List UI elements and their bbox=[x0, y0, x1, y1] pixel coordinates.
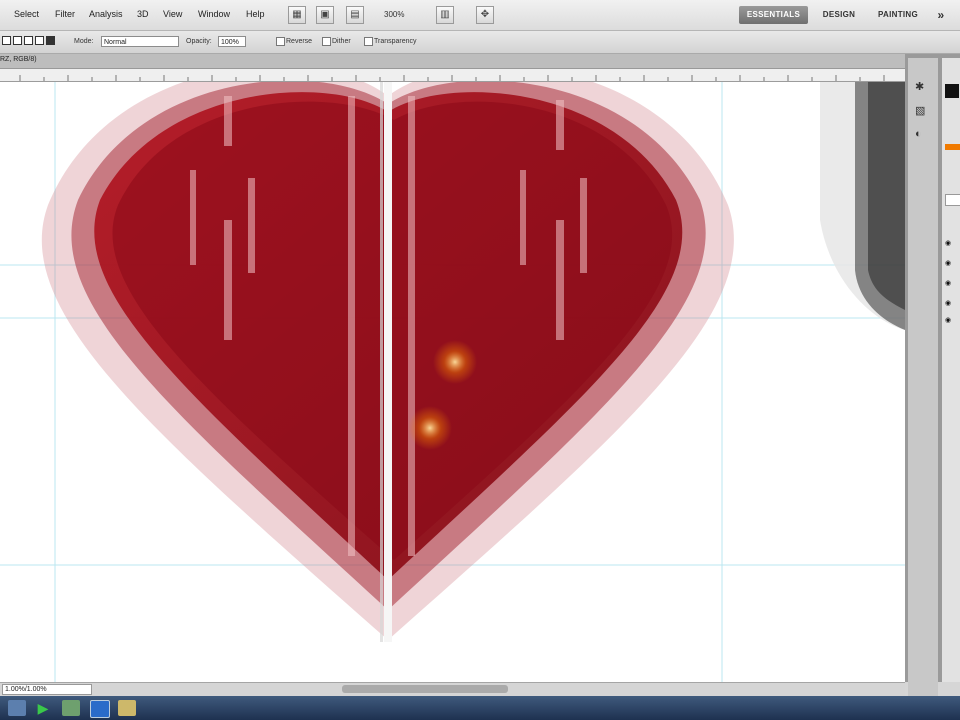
document-canvas[interactable] bbox=[0, 82, 905, 682]
artwork bbox=[0, 82, 905, 682]
reverse-label: Reverse bbox=[286, 38, 313, 45]
horizontal-ruler[interactable] bbox=[0, 69, 905, 82]
gear-icon[interactable]: ✱ bbox=[915, 80, 931, 94]
eye-icon[interactable]: ◉ bbox=[945, 239, 951, 247]
workspace-more[interactable]: » bbox=[932, 6, 950, 24]
eye-icon[interactable]: ◉ bbox=[945, 299, 951, 307]
right-panel: ✱ ▧ ◐ ◉ ◉ ◉ ◉ ◉ bbox=[905, 54, 960, 698]
menu-bar: Select Filter Analysis 3D View Window He… bbox=[0, 0, 960, 31]
ruler-ticks bbox=[19, 75, 885, 81]
transparency-checkbox[interactable] bbox=[364, 37, 373, 46]
view-extras-icon[interactable]: ▤ bbox=[346, 6, 364, 24]
panel-icon-column bbox=[908, 58, 938, 698]
taskbar: ▶ bbox=[0, 696, 960, 720]
zoom-level[interactable]: 300% bbox=[384, 8, 426, 22]
mini-bridge-icon[interactable]: ▣ bbox=[316, 6, 334, 24]
launch-bridge-icon[interactable]: ▦ bbox=[288, 6, 306, 24]
gradient-diamond-icon[interactable] bbox=[46, 36, 55, 45]
adjustments-icon[interactable]: ◐ bbox=[915, 128, 931, 142]
opacity-field[interactable]: 100% bbox=[218, 36, 246, 47]
screen-mode-icon[interactable]: ✥ bbox=[476, 6, 494, 24]
gradient-reflected-icon[interactable] bbox=[35, 36, 44, 45]
dither-checkbox[interactable] bbox=[322, 37, 331, 46]
document-tab-label: RZ, RGB/8) bbox=[0, 56, 37, 63]
menu-3d[interactable]: 3D bbox=[137, 9, 149, 19]
menu-help[interactable]: Help bbox=[246, 9, 265, 19]
foreground-color-swatch[interactable] bbox=[945, 84, 959, 98]
menu-analysis[interactable]: Analysis bbox=[89, 9, 123, 19]
status-bar: 1.00%/1.00% bbox=[0, 682, 905, 697]
dither-label: Dither bbox=[332, 38, 351, 45]
opacity-label: Opacity: bbox=[186, 38, 212, 45]
grey-shape bbox=[820, 82, 905, 330]
workspace-essentials[interactable]: ESSENTIALS bbox=[739, 6, 808, 24]
menu-select[interactable]: Select bbox=[14, 9, 39, 19]
eye-icon[interactable]: ◉ bbox=[945, 279, 951, 287]
eye-icon[interactable]: ◉ bbox=[945, 259, 951, 267]
photoshop-taskbar-icon[interactable] bbox=[90, 700, 110, 718]
panel-strip bbox=[942, 58, 960, 682]
gradient-linear-icon[interactable] bbox=[2, 36, 11, 45]
mode-label: Mode: bbox=[74, 38, 94, 45]
workspace-design[interactable]: DESIGN bbox=[815, 6, 863, 24]
eye-icon[interactable]: ◉ bbox=[945, 316, 951, 324]
zoom-percent-field[interactable]: 1.00%/1.00% bbox=[2, 684, 92, 695]
menu-view[interactable]: View bbox=[163, 9, 182, 19]
menu-window[interactable]: Window bbox=[198, 9, 230, 19]
gradient-angle-icon[interactable] bbox=[24, 36, 33, 45]
swatches-icon[interactable]: ▧ bbox=[915, 104, 931, 118]
reverse-checkbox[interactable] bbox=[276, 37, 285, 46]
horizontal-scrollbar-thumb[interactable] bbox=[342, 685, 508, 693]
menu-filter[interactable]: Filter bbox=[55, 9, 75, 19]
mode-select[interactable]: Normal bbox=[101, 36, 179, 47]
folder-icon[interactable] bbox=[118, 700, 136, 716]
app-icon[interactable] bbox=[62, 700, 80, 716]
document-tab[interactable]: RZ, RGB/8) bbox=[0, 54, 905, 69]
orange-swatch[interactable] bbox=[945, 144, 960, 150]
play-icon[interactable]: ▶ bbox=[34, 700, 52, 716]
arrange-documents-icon[interactable]: ▥ bbox=[436, 6, 454, 24]
transparency-label: Transparency bbox=[374, 38, 417, 45]
workspace-painting[interactable]: PAINTING bbox=[870, 6, 926, 24]
start-icon[interactable] bbox=[8, 700, 26, 716]
panel-field[interactable] bbox=[945, 194, 960, 206]
options-bar: Mode: Normal Opacity: 100% Reverse Dithe… bbox=[0, 31, 960, 54]
gradient-radial-icon[interactable] bbox=[13, 36, 22, 45]
